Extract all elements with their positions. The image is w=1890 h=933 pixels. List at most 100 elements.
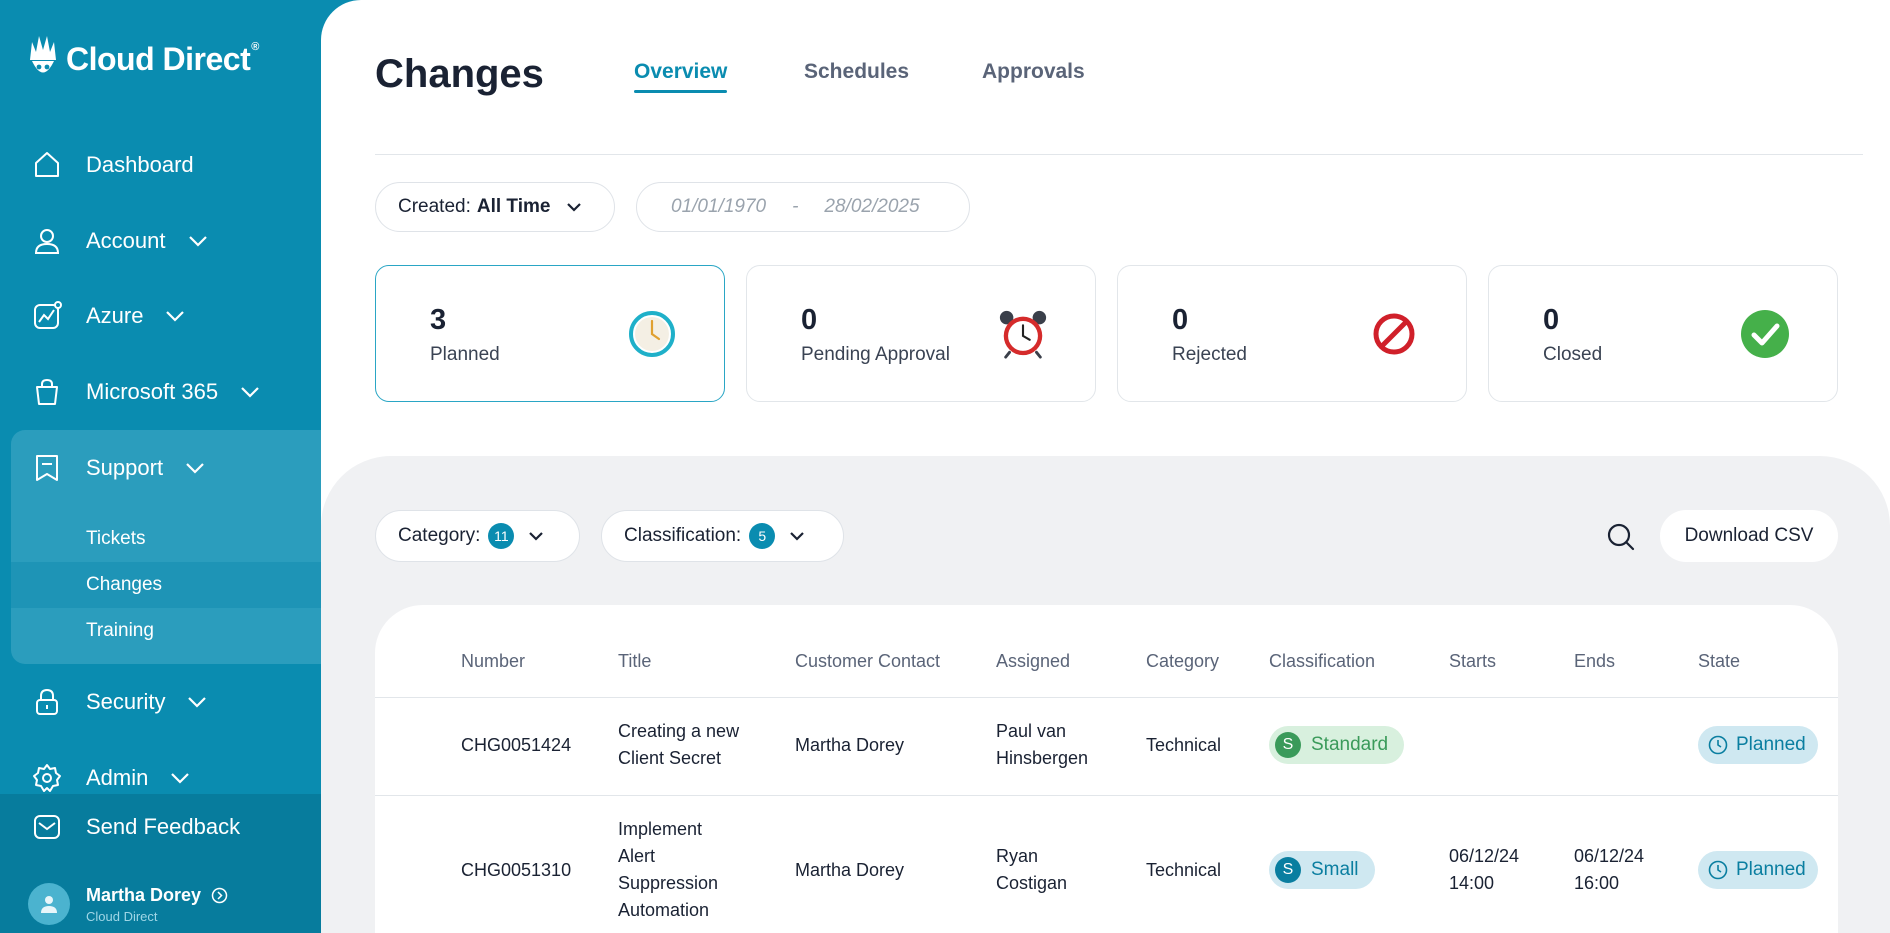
bag-icon: [30, 375, 64, 409]
chevron-down-icon: [165, 310, 185, 322]
sidebar-item-dashboard[interactable]: Dashboard: [30, 145, 194, 185]
sidebar-item-azure[interactable]: Azure: [30, 296, 185, 336]
column-header-customer-contact[interactable]: Customer Contact: [795, 651, 940, 672]
classification-count-badge: 5: [749, 523, 776, 549]
classification-label: Standard: [1311, 734, 1389, 755]
summary-card-pending-approval[interactable]: 0 Pending Approval: [746, 265, 1096, 402]
download-csv-button[interactable]: Download CSV: [1660, 510, 1838, 562]
summary-count: 3: [430, 304, 447, 336]
chevron-down-icon: [240, 386, 260, 398]
check-circle-icon: [1739, 308, 1791, 360]
date-separator: -: [792, 196, 799, 217]
mail-icon: [30, 812, 64, 842]
send-feedback-label: Send Feedback: [86, 814, 241, 839]
category-filter-dropdown[interactable]: Category: 11: [375, 510, 580, 562]
sidebar-subitem-tickets[interactable]: Tickets: [11, 516, 321, 562]
sidebar-item-microsoft-365[interactable]: Microsoft 365: [30, 372, 260, 412]
cell-contact: Martha Dorey: [795, 860, 905, 880]
alarm-clock-icon: [997, 308, 1049, 360]
prohibited-icon: [1368, 308, 1420, 360]
date-to[interactable]: 28/02/2025: [824, 196, 919, 218]
summary-count: 0: [1172, 304, 1189, 336]
column-header-number[interactable]: Number: [461, 651, 525, 672]
state-label: Planned: [1736, 859, 1806, 880]
user-profile[interactable]: Martha Dorey Cloud Direct: [28, 883, 228, 925]
page-title: Changes: [375, 52, 544, 96]
created-filter-dropdown[interactable]: Created: All Time: [375, 182, 615, 232]
column-header-state[interactable]: State: [1698, 651, 1740, 672]
search-icon[interactable]: [1604, 520, 1638, 554]
tab-approvals[interactable]: Approvals: [982, 60, 1085, 84]
clock-icon: [1708, 735, 1728, 755]
sidebar-item-label: Admin: [86, 765, 149, 790]
column-header-category[interactable]: Category: [1146, 651, 1219, 672]
classification-badge: S Small: [1269, 851, 1375, 889]
chevron-right-circle-icon: [211, 887, 228, 904]
sidebar-subitem-label: Tickets: [86, 528, 146, 549]
lock-icon: [30, 685, 64, 719]
sidebar-item-label: Azure: [86, 303, 144, 328]
classification-filter-dropdown[interactable]: Classification: 5: [601, 510, 844, 562]
chevron-down-icon: [566, 202, 582, 212]
sidebar-subitem-label: Training: [86, 620, 154, 641]
summary-count: 0: [1543, 304, 1560, 336]
sidebar-item-label: Account: [86, 228, 166, 253]
sidebar-subitem-training[interactable]: Training: [11, 608, 321, 654]
sidebar-item-support[interactable]: Support: [30, 448, 205, 488]
created-filter-label: Created:: [398, 196, 471, 217]
column-header-classification[interactable]: Classification: [1269, 651, 1375, 672]
chevron-down-icon: [188, 235, 208, 247]
sidebar-item-label: Dashboard: [86, 152, 194, 177]
summary-card-closed[interactable]: 0 Closed: [1488, 265, 1838, 402]
summary-card-rejected[interactable]: 0 Rejected: [1117, 265, 1467, 402]
cell-ends: 06/12/24 16:00: [1574, 846, 1645, 893]
summary-label: Closed: [1543, 344, 1603, 365]
row-divider: [375, 697, 1838, 698]
tab-overview[interactable]: Overview: [634, 60, 728, 93]
send-feedback-button[interactable]: Send Feedback: [30, 812, 240, 842]
sidebar-item-label: Microsoft 365: [86, 379, 219, 404]
sidebar-item-label: Support: [86, 455, 164, 480]
cell-title: Implement Alert Suppression Automation: [618, 819, 719, 920]
summary-card-planned[interactable]: 3 Planned: [375, 265, 725, 402]
user-org: Cloud Direct: [86, 908, 158, 924]
chevron-down-icon: [185, 462, 205, 474]
column-header-assigned[interactable]: Assigned: [996, 651, 1070, 672]
cell-contact: Martha Dorey: [795, 735, 905, 755]
column-header-starts[interactable]: Starts: [1449, 651, 1496, 672]
status-badge: Planned: [1698, 726, 1818, 764]
clock-icon: [626, 308, 678, 360]
cell-title: Creating a new Client Secret: [618, 721, 740, 768]
sidebar-subitem-changes[interactable]: Changes: [11, 562, 321, 608]
cell-assigned: Paul van Hinsbergen: [996, 721, 1089, 768]
cell-category: Technical: [1146, 860, 1222, 880]
summary-label: Pending Approval: [801, 344, 950, 365]
clock-icon: [1708, 860, 1728, 880]
category-count-badge: 11: [488, 523, 515, 549]
chevron-down-icon: [789, 531, 805, 541]
cell-assigned: Ryan Costigan: [996, 846, 1068, 893]
chevron-down-icon: [528, 531, 544, 541]
sidebar-item-label: Security: [86, 689, 166, 714]
sidebar-item-security[interactable]: Security: [30, 682, 207, 722]
date-range-input[interactable]: 01/01/1970 - 28/02/2025: [636, 182, 970, 232]
sidebar-item-admin[interactable]: Admin: [30, 758, 190, 798]
avatar: [28, 883, 70, 925]
row-divider: [375, 795, 1838, 796]
sidebar-subitem-label: Changes: [86, 574, 163, 595]
home-icon: [30, 148, 64, 182]
brand-logo[interactable]: Cloud Direct®: [26, 34, 259, 85]
summary-label: Rejected: [1172, 344, 1247, 365]
main-corner: [321, 0, 401, 80]
sidebar-item-account[interactable]: Account: [30, 221, 208, 261]
classification-letter: S: [1275, 732, 1301, 758]
user-name: Martha Dorey: [86, 885, 228, 906]
classification-letter: S: [1275, 857, 1301, 883]
header-divider: [375, 154, 1863, 155]
column-header-title[interactable]: Title: [618, 651, 651, 672]
classification-filter-label: Classification:: [624, 525, 742, 546]
column-header-ends[interactable]: Ends: [1574, 651, 1615, 672]
gear-icon: [30, 761, 64, 795]
tab-schedules[interactable]: Schedules: [804, 60, 909, 84]
date-from[interactable]: 01/01/1970: [671, 196, 766, 218]
